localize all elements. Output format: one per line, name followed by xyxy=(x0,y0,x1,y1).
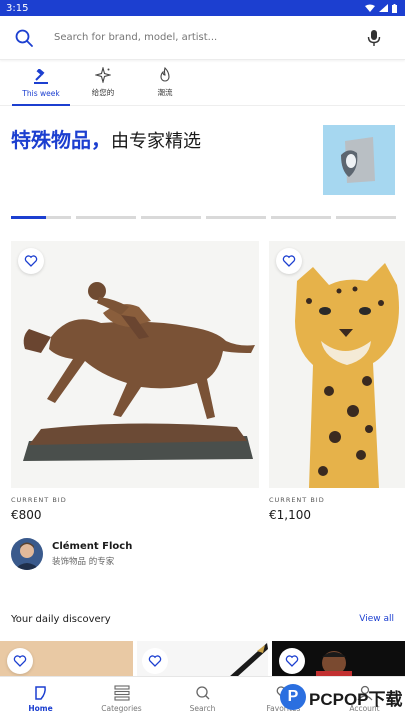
lot-image[interactable] xyxy=(11,241,259,488)
favorite-button[interactable] xyxy=(276,248,302,274)
nav-home[interactable]: Home xyxy=(0,677,81,720)
watermark-suffix: 下载 xyxy=(368,689,403,709)
bid-value: €1,100 xyxy=(269,508,311,522)
bid-label: CURRENT BID xyxy=(11,496,67,504)
tab-label: 给您的 xyxy=(91,88,115,97)
heart-icon xyxy=(285,655,299,667)
heart-icon xyxy=(13,655,27,667)
favorite-button[interactable] xyxy=(18,248,44,274)
progress-segment xyxy=(271,216,331,219)
heart-icon xyxy=(282,255,296,267)
nav-label: Categories xyxy=(101,703,142,713)
search-bar[interactable] xyxy=(0,16,405,60)
horse-statue-image xyxy=(11,241,259,488)
bid-label: CURRENT BID xyxy=(269,496,325,504)
watermark-badge: P xyxy=(280,684,306,710)
favorite-button[interactable] xyxy=(142,648,168,674)
person-photo xyxy=(11,538,43,570)
lot-card[interactable]: CURRENT BID €1,100 xyxy=(269,241,405,522)
expert-card[interactable]: Clément Floch 装饰物品 的专家 xyxy=(11,538,132,570)
watermark-brand: PCPOP xyxy=(309,689,369,709)
nav-label: Search xyxy=(189,703,216,713)
section-title: Your daily discovery xyxy=(11,614,111,625)
tab-label: This week xyxy=(22,89,60,98)
hero-title-rest: 由专家精选 xyxy=(111,131,201,152)
microphone-icon[interactable] xyxy=(367,29,381,47)
hero-thumbnail[interactable] xyxy=(323,125,395,195)
flame-icon xyxy=(160,67,170,82)
search-icon xyxy=(195,685,209,699)
watermark-logo: P PCPOP下载 xyxy=(280,684,403,710)
hero-title-highlight: 特殊物品， xyxy=(11,128,111,152)
progress-segment xyxy=(76,216,136,219)
nav-label: Home xyxy=(28,703,53,713)
battery-icon xyxy=(392,3,397,13)
tab-label: 潮流 xyxy=(157,88,173,97)
tab-for-you[interactable]: 给您的 xyxy=(72,62,134,106)
heart-icon xyxy=(148,655,162,667)
favorite-button[interactable] xyxy=(279,648,305,674)
tab-this-week[interactable]: This week xyxy=(10,62,72,106)
discovery-card[interactable] xyxy=(272,641,405,677)
carousel-progress xyxy=(11,216,396,219)
search-input[interactable] xyxy=(54,32,354,43)
watermark-text: PCPOP下载 xyxy=(309,685,403,710)
wifi-icon xyxy=(365,4,375,12)
leopard-statue-image xyxy=(269,241,405,488)
categories-icon xyxy=(113,684,130,701)
tab-trending[interactable]: 潮流 xyxy=(134,62,196,106)
progress-segment xyxy=(206,216,266,219)
bid-value: €800 xyxy=(11,508,42,522)
hero-object-image xyxy=(323,125,395,195)
sparkle-icon xyxy=(95,67,111,83)
status-time: 3:15 xyxy=(6,2,29,14)
lot-card[interactable]: CURRENT BID €800 xyxy=(11,241,259,522)
heart-icon xyxy=(24,255,38,267)
progress-segment xyxy=(141,216,201,219)
avatar xyxy=(11,538,43,570)
lot-image[interactable] xyxy=(269,241,405,488)
home-icon xyxy=(34,685,46,700)
status-icons xyxy=(365,3,397,13)
hero-title: 特殊物品，由专家精选 xyxy=(11,124,201,153)
feed-tabs: This week 给您的 潮流 xyxy=(0,62,405,106)
status-bar: 3:15 xyxy=(0,0,405,16)
search-icon[interactable] xyxy=(14,28,34,48)
expert-category: 装饰物品 的专家 xyxy=(52,557,115,567)
nav-search[interactable]: Search xyxy=(162,677,243,720)
favorite-button[interactable] xyxy=(7,648,33,674)
progress-segment xyxy=(336,216,396,219)
progress-segment xyxy=(11,216,71,219)
discovery-card[interactable] xyxy=(0,641,133,677)
view-all-link[interactable]: View all xyxy=(359,614,394,624)
expert-name: Clément Floch xyxy=(52,541,133,552)
gavel-icon xyxy=(34,69,48,84)
nav-categories[interactable]: Categories xyxy=(81,677,162,720)
signal-icon xyxy=(379,4,388,12)
discovery-card[interactable] xyxy=(137,641,268,677)
